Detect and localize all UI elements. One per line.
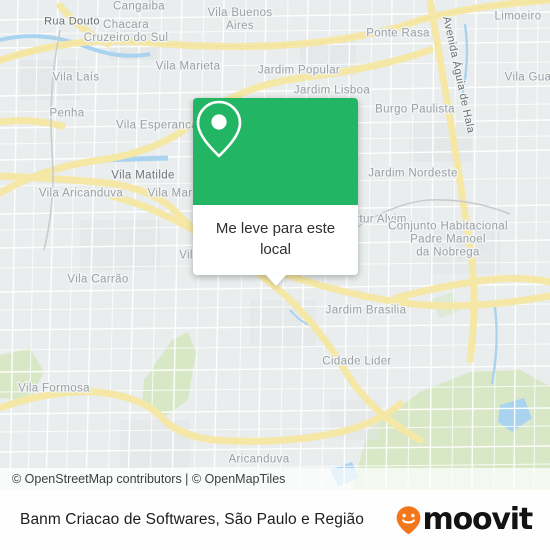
destination-popup-card[interactable]: Me leve para este local	[193, 98, 358, 286]
footer-bar: Banm Criacao de Softwares, São Paulo e R…	[0, 490, 550, 550]
moovit-pin-icon	[396, 506, 420, 535]
map-canvas[interactable]: Cangaiba Vila Buenos Aires Ponte Rasa Limoe…	[0, 0, 550, 490]
attribution-text[interactable]: © OpenStreetMap contributors | © OpenMap…	[0, 472, 285, 486]
popup-header	[193, 98, 358, 205]
moovit-logo[interactable]: moovit	[395, 502, 534, 537]
popup-label: Me leve para este local	[193, 205, 358, 275]
moovit-map-screen: Cangaiba Vila Buenos Aires Ponte Rasa Limoe…	[0, 0, 550, 550]
popup-tail-arrow	[264, 274, 287, 286]
moovit-logo-text: moovit	[422, 502, 534, 537]
footer-title: Banm Criacao de Softwares, São Paulo e R…	[20, 511, 364, 528]
map-attribution-bar: © OpenStreetMap contributors | © OpenMap…	[0, 468, 550, 490]
map-pin-icon	[196, 100, 242, 158]
